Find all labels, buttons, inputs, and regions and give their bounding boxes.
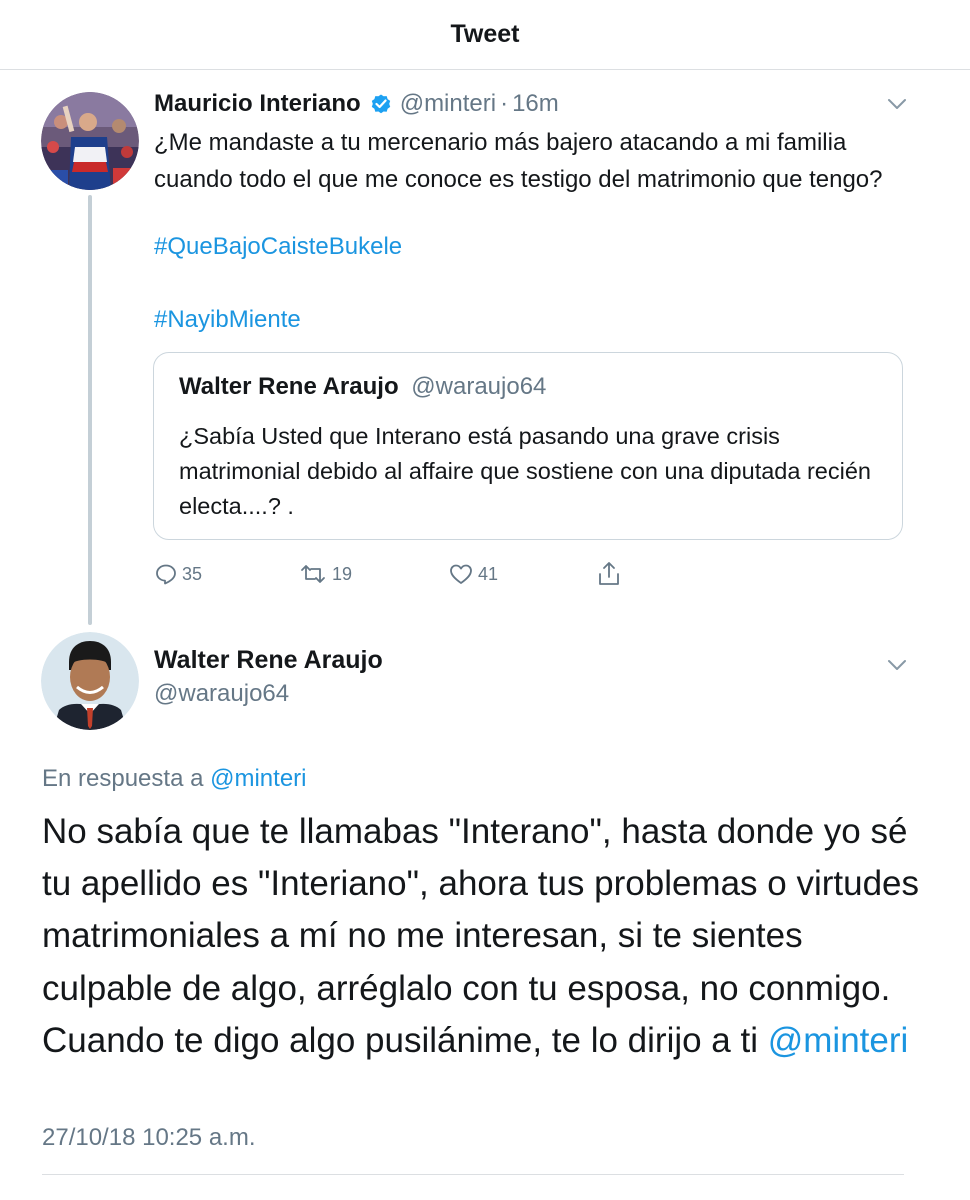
chevron-down-icon[interactable] [886, 658, 908, 672]
tweet1-handle[interactable]: @minteri [400, 90, 496, 118]
avatar-walter-rene-araujo[interactable] [41, 632, 139, 730]
reply-count: 35 [182, 563, 203, 584]
like-button[interactable]: 41 [448, 562, 498, 586]
reply-mention-link[interactable]: @minteri [210, 765, 306, 792]
tweet1-author-name[interactable]: Mauricio Interiano [154, 90, 361, 118]
share-button[interactable] [596, 560, 626, 588]
tweet2-timestamp[interactable]: 27/10/18 10:25 a.m. [42, 1124, 256, 1152]
divider [42, 1174, 904, 1175]
quoted-tweet-text: ¿Sabía Usted que Interano está pasando u… [179, 423, 871, 519]
quoted-author-name: Walter Rene Araujo [179, 373, 399, 400]
tweet1-text: ¿Me mandaste a tu mercenario más bajero … [154, 129, 883, 193]
reply-button[interactable]: 35 [154, 562, 202, 586]
hashtag-link[interactable]: #QueBajoCaisteBukele [154, 233, 402, 261]
top-bar: Tweet [0, 0, 970, 70]
share-icon [599, 562, 619, 585]
tweet2-handle[interactable]: @waraujo64 [154, 680, 289, 708]
retweet-count: 19 [332, 563, 353, 584]
like-count: 41 [478, 563, 499, 584]
tweet1-action-bar: 35 19 41 [0, 560, 970, 594]
hashtag-link[interactable]: #NayibMiente [154, 306, 301, 334]
avatar-mauricio-interiano[interactable] [41, 92, 139, 190]
separator-dot: · [500, 90, 509, 117]
tweet1-header: Mauricio Interiano @minteri · 16m [154, 86, 559, 122]
quoted-tweet-header: Walter Rene Araujo @waraujo64 [179, 373, 546, 401]
tweet1-time[interactable]: 16m [512, 90, 559, 118]
retweet-icon [301, 565, 325, 583]
tweet2-text: No sabía que te llamabas "Interano", has… [42, 806, 942, 1067]
reply-icon [156, 564, 176, 585]
reply-context: En respuesta a @minteri [42, 765, 306, 793]
tweet2-author-name[interactable]: Walter Rene Araujo [154, 646, 383, 675]
retweet-button[interactable]: 19 [298, 562, 352, 586]
like-icon [450, 564, 472, 584]
verified-badge-icon [369, 92, 393, 116]
page-title: Tweet [450, 20, 520, 48]
reply-prefix: En respuesta a [42, 765, 204, 792]
quoted-tweet-card[interactable]: Walter Rene Araujo @waraujo64 ¿Sabía Ust… [153, 352, 903, 540]
chevron-down-icon[interactable] [886, 97, 908, 111]
quoted-author-handle: @waraujo64 [411, 373, 547, 400]
body-mention-link[interactable]: @minteri [768, 1021, 909, 1060]
